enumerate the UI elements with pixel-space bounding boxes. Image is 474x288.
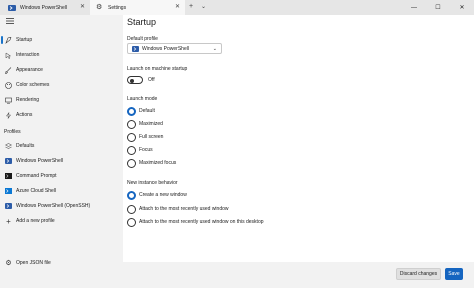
sidebar-item-label: Windows PowerShell xyxy=(16,158,63,164)
sidebar-item-label: Add a new profile xyxy=(16,218,55,224)
settings-footer: Discard changes Save xyxy=(123,262,474,288)
powershell-icon xyxy=(132,45,139,52)
dropdown-value: Windows PowerShell xyxy=(142,45,189,52)
launch-startup-toggle[interactable] xyxy=(127,76,143,84)
sidebar-item-startup[interactable]: Startup xyxy=(0,33,123,47)
monitor-icon xyxy=(5,97,12,104)
sidebar-item-label: Defaults xyxy=(16,143,35,149)
sidebar-item-label: Command Prompt xyxy=(16,173,57,179)
new-instance-label: New instance behavior xyxy=(127,180,178,186)
close-window-button[interactable]: ✕ xyxy=(450,0,474,15)
sidebar-item-windows-powershell-openssh[interactable]: Windows PowerShell (OpenSSH) xyxy=(0,199,123,213)
sidebar-item-label: Startup xyxy=(16,37,33,43)
sidebar-item-defaults[interactable]: Defaults xyxy=(0,139,123,153)
cmd-icon xyxy=(5,173,12,180)
radio-launch-mode-focus[interactable] xyxy=(127,146,136,155)
new-tab-icon[interactable]: + xyxy=(189,3,193,10)
chevron-down-icon: ⌄ xyxy=(212,46,217,52)
radio-label: Maximized focus xyxy=(139,160,177,166)
powershell-icon xyxy=(8,4,16,11)
sidebar-item-label: Interaction xyxy=(16,52,40,58)
radio-label: Focus xyxy=(139,147,153,153)
palette-icon xyxy=(5,81,12,89)
radio-launch-mode-default[interactable] xyxy=(127,107,136,116)
close-icon[interactable]: ✕ xyxy=(175,4,180,10)
chevron-down-icon[interactable]: ⌄ xyxy=(201,3,206,10)
paint-brush-icon xyxy=(5,66,12,74)
minimize-button[interactable]: — xyxy=(402,0,426,15)
launch-startup-label: Launch on machine startup xyxy=(127,66,188,72)
radio-label: Maximized xyxy=(139,121,163,127)
radio-label: Full screen xyxy=(139,134,164,140)
open-json-label: Open JSON file xyxy=(16,260,51,266)
page-title: Startup xyxy=(127,17,157,27)
radio-launch-mode-full-screen[interactable] xyxy=(127,133,136,142)
discard-changes-button[interactable]: Discard changes xyxy=(396,268,441,280)
default-profile-label: Default profile xyxy=(127,36,158,42)
sidebar-item-interaction[interactable]: Interaction xyxy=(0,48,123,62)
layers-icon xyxy=(5,142,12,150)
default-profile-dropdown[interactable]: Windows PowerShell ⌄ xyxy=(127,43,222,54)
radio-label: Create a new window xyxy=(139,192,187,198)
powershell-icon xyxy=(5,158,12,165)
azure-icon xyxy=(5,188,12,195)
sidebar-item-appearance[interactable]: Appearance xyxy=(0,63,123,77)
radio-attach-recent-window-desktop[interactable] xyxy=(127,218,136,227)
radio-label: Default xyxy=(139,108,155,114)
plus-icon: + xyxy=(6,216,11,226)
sidebar-item-azure-cloud-shell[interactable]: Azure Cloud Shell xyxy=(0,184,123,198)
radio-label: Attach to the most recently used window … xyxy=(139,219,264,225)
tab-settings[interactable]: ⚙ Settings ✕ xyxy=(90,0,185,15)
gear-icon: ⚙ xyxy=(96,3,103,11)
tab-label: Windows PowerShell xyxy=(20,4,67,11)
radio-launch-mode-maximized-focus[interactable] xyxy=(127,159,136,168)
cursor-icon xyxy=(5,52,12,59)
sidebar-item-label: Appearance xyxy=(16,67,43,73)
radio-attach-recent-window[interactable] xyxy=(127,205,136,214)
profiles-heading: Profiles xyxy=(4,129,21,135)
sidebar-item-label: Windows PowerShell (OpenSSH) xyxy=(16,203,91,209)
radio-launch-mode-maximized[interactable] xyxy=(127,120,136,129)
sidebar: Startup Interaction Appearance Color sch… xyxy=(0,15,123,288)
gear-icon: ⚙ xyxy=(5,260,12,267)
sidebar-item-label: Rendering xyxy=(16,97,40,103)
maximize-button[interactable]: ☐ xyxy=(426,0,450,15)
tab-label: Settings xyxy=(108,4,127,11)
save-button[interactable]: Save xyxy=(445,268,463,280)
rocket-icon xyxy=(5,36,12,44)
toggle-state-label: Off xyxy=(148,77,155,83)
sidebar-item-rendering[interactable]: Rendering xyxy=(0,93,123,107)
tab-windows-powershell[interactable]: Windows PowerShell ✕ xyxy=(2,0,90,15)
sidebar-item-color-schemes[interactable]: Color schemes xyxy=(0,78,123,92)
powershell-icon xyxy=(5,203,12,210)
radio-label: Attach to the most recently used window xyxy=(139,206,229,212)
open-json-button[interactable]: ⚙ Open JSON file xyxy=(0,256,123,270)
launch-mode-label: Launch mode xyxy=(127,96,158,102)
sidebar-item-command-prompt[interactable]: Command Prompt xyxy=(0,169,123,183)
close-icon[interactable]: ✕ xyxy=(80,4,85,10)
sidebar-item-add-new-profile[interactable]: + Add a new profile xyxy=(0,214,123,228)
sidebar-item-windows-powershell[interactable]: Windows PowerShell xyxy=(0,154,123,168)
tab-bar: Windows PowerShell ✕ ⚙ Settings ✕ + ⌄ — … xyxy=(0,0,474,15)
settings-panel: Startup Default profile Windows PowerShe… xyxy=(123,15,474,288)
lightning-icon xyxy=(5,111,12,119)
sidebar-item-label: Azure Cloud Shell xyxy=(16,188,57,194)
sidebar-item-label: Actions xyxy=(16,112,33,118)
sidebar-item-label: Color schemes xyxy=(16,82,50,88)
radio-new-window[interactable] xyxy=(127,191,136,200)
toggle-knob xyxy=(130,78,134,83)
sidebar-item-actions[interactable]: Actions xyxy=(0,108,123,122)
hamburger-menu-icon[interactable] xyxy=(6,18,14,24)
